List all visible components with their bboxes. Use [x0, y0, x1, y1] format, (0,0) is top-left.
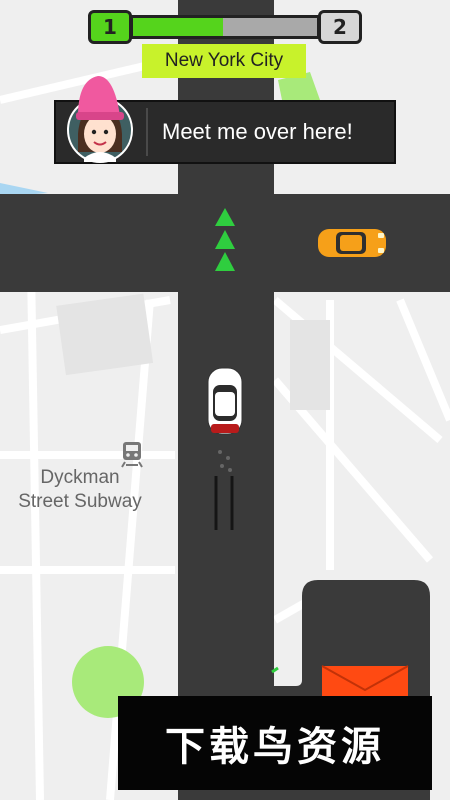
destination-marker [322, 666, 408, 700]
next-level-badge: 2 [318, 10, 362, 44]
dialog-divider [146, 108, 148, 156]
poi-label-text: Dyckman Street Subway [18, 467, 142, 512]
girl-pink-hat-avatar [67, 76, 133, 163]
watermark-banner: 下载鸟资源 [118, 696, 432, 790]
poi-label: Dyckman Street Subway [0, 466, 160, 514]
dialog-message: Meet me over here! [162, 119, 353, 144]
train-icon [121, 442, 143, 468]
level-progress-bar [130, 15, 320, 39]
player-car[interactable] [207, 367, 243, 435]
poi-dyckman-subway: Dyckman Street Subway [0, 440, 160, 540]
level-progress-fill [133, 18, 224, 36]
traffic-car [318, 229, 386, 257]
city-label: New York City [142, 44, 306, 78]
current-level-badge: 1 [88, 10, 132, 44]
level-progress: 1 2 [88, 10, 362, 44]
